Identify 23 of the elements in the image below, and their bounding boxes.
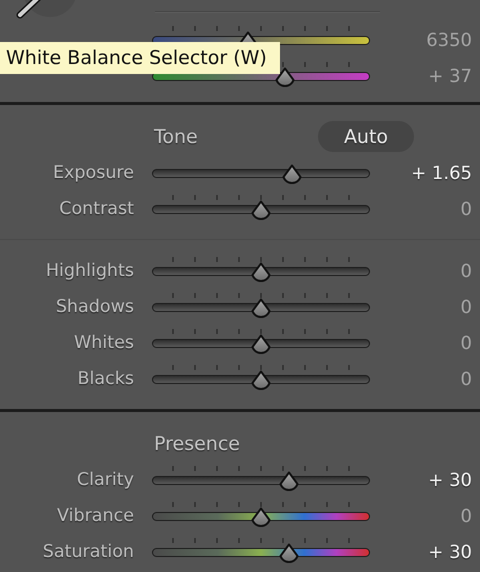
slider-label: Whites: [72, 333, 134, 353]
slider-value: 0: [460, 198, 472, 220]
slider-value: 0: [460, 368, 472, 390]
section-title: Presence: [154, 433, 240, 455]
slider-label: Vibrance: [56, 506, 134, 526]
slider-label: Shadows: [54, 297, 134, 317]
slider-value: 0: [460, 296, 472, 318]
slider-label: Blacks: [76, 369, 134, 389]
slider-value: + 30: [427, 542, 472, 562]
section-title: Tone: [154, 126, 198, 148]
slider-value: + 1.65: [410, 162, 472, 184]
slider-label: Contrast: [58, 199, 134, 219]
tooltip: White Balance Selector (W): [0, 42, 280, 74]
slider-value: 0: [460, 332, 472, 354]
slider-value: + 37: [427, 66, 472, 86]
slider-label: Clarity: [76, 470, 134, 490]
slider-label: Saturation: [42, 542, 134, 562]
slider-value: 0: [460, 506, 472, 526]
slider-value: + 30: [427, 470, 472, 490]
slider-label: Exposure: [52, 163, 134, 183]
slider-value: 0: [460, 260, 472, 282]
slider-label: Highlights: [44, 261, 134, 281]
slider-value: 6350: [425, 30, 472, 50]
